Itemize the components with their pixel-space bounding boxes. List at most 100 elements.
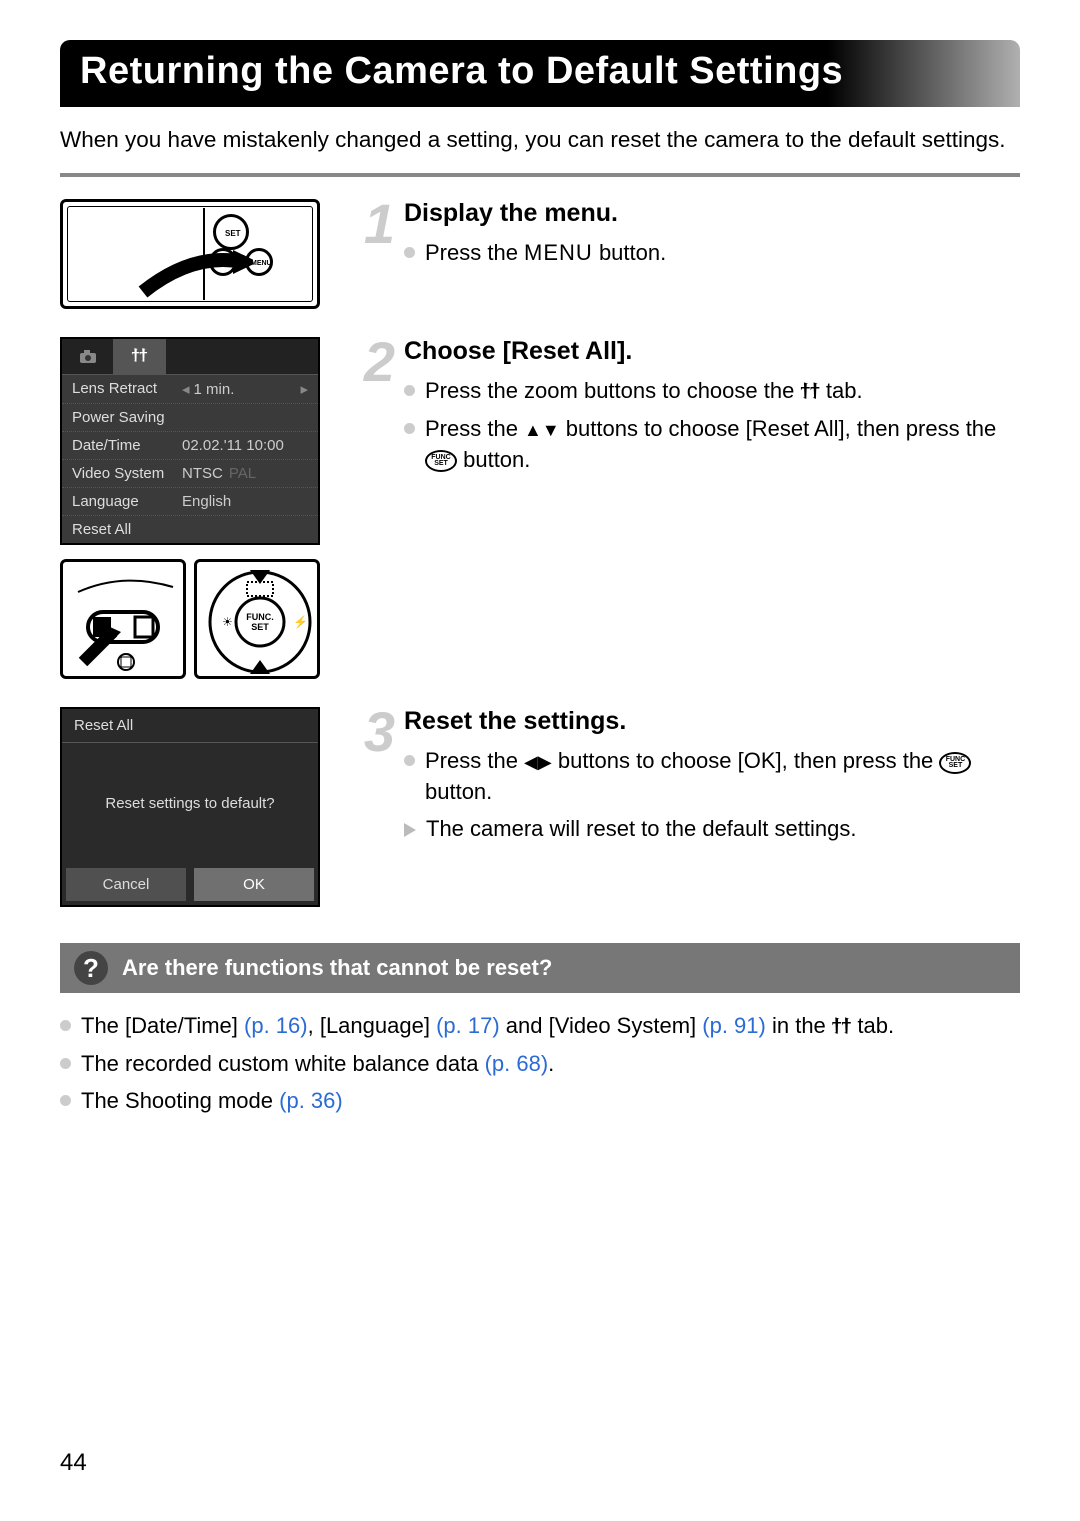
dialog-message: Reset settings to default? xyxy=(62,743,318,864)
step-title: Reset the settings. xyxy=(404,707,1020,736)
menu-row-label: Language xyxy=(72,493,182,510)
text: button. xyxy=(425,779,492,804)
bullet-icon xyxy=(404,423,415,434)
page-ref-link[interactable]: (p. 91) xyxy=(702,1013,766,1038)
text: The recorded custom white balance data xyxy=(81,1051,485,1076)
text: tab. xyxy=(820,378,863,403)
settings-menu-screenshot: ϯϯ Lens Retract◂1 min.▸Power SavingDate/… xyxy=(60,337,320,545)
camera-back-illustration: SET MENU xyxy=(60,199,320,309)
text: buttons to choose [Reset All], then pres… xyxy=(560,416,997,441)
intro-text: When you have mistakenly changed a setti… xyxy=(60,125,1020,155)
tools-tab-icon: ϯϯ xyxy=(800,377,819,408)
menu-row-label: Date/Time xyxy=(72,437,182,454)
menu-row-value xyxy=(182,409,308,426)
text: tab. xyxy=(851,1013,894,1038)
page-ref-link[interactable]: (p. 68) xyxy=(485,1051,549,1076)
step-number: 2 xyxy=(358,345,398,379)
text: Press the zoom buttons to choose the xyxy=(425,378,800,403)
text: buttons to choose [OK], then press the xyxy=(552,748,940,773)
text: Press the xyxy=(425,416,524,441)
note-heading-bar: ? Are there functions that cannot be res… xyxy=(60,943,1020,993)
note-item: The recorded custom white balance data (… xyxy=(60,1049,1020,1080)
text: Press the xyxy=(425,240,524,265)
text: in the xyxy=(766,1013,832,1038)
camera-tab-icon xyxy=(62,339,114,374)
step-title: Choose [Reset All]. xyxy=(404,337,1020,366)
zoom-buttons-illustration xyxy=(60,559,186,679)
bullet-icon xyxy=(404,247,415,258)
page-ref-link[interactable]: (p. 36) xyxy=(279,1088,343,1113)
step-2: ϯϯ Lens Retract◂1 min.▸Power SavingDate/… xyxy=(60,337,1020,679)
bullet-icon xyxy=(60,1020,71,1031)
step-1: SET MENU 1 Display the menu. Pres xyxy=(60,199,1020,309)
step-number: 1 xyxy=(358,207,398,241)
step-instruction: Press the ▲▼ buttons to choose [Reset Al… xyxy=(404,414,1020,476)
bullet-icon xyxy=(60,1058,71,1069)
reset-dialog-screenshot: Reset All Reset settings to default? Can… xyxy=(60,707,320,907)
text: , [Language] xyxy=(308,1013,436,1038)
dialog-header: Reset All xyxy=(62,709,318,743)
pointer-arrow-icon xyxy=(133,242,253,302)
left-right-arrows-icon: ◀▶ xyxy=(524,750,552,775)
svg-text:⚡: ⚡ xyxy=(293,615,308,629)
menu-row: Video SystemNTSCPAL xyxy=(62,460,318,488)
question-mark-icon: ? xyxy=(74,951,108,985)
menu-row: Date/Time02.02.'11 10:00 xyxy=(62,432,318,460)
menu-row-value: NTSCPAL xyxy=(182,465,308,482)
bullet-icon xyxy=(404,385,415,396)
svg-text:FUNC.: FUNC. xyxy=(246,612,274,622)
svg-text:SET: SET xyxy=(251,622,269,632)
step-result: The camera will reset to the default set… xyxy=(404,814,1020,845)
svg-text:☀: ☀ xyxy=(222,615,233,629)
menu-row: Power Saving xyxy=(62,404,318,432)
result-arrow-icon xyxy=(404,823,416,837)
text: The Shooting mode xyxy=(81,1088,279,1113)
func-set-button-icon: FUNCSET xyxy=(939,752,971,774)
steps-container: SET MENU 1 Display the menu. Pres xyxy=(60,199,1020,935)
menu-row-label: Reset All xyxy=(72,521,182,538)
section-title: Returning the Camera to Default Settings xyxy=(80,50,1000,93)
note-item: The Shooting mode (p. 36) xyxy=(60,1086,1020,1117)
page-ref-link[interactable]: (p. 17) xyxy=(436,1013,500,1038)
page-ref-link[interactable]: (p. 16) xyxy=(244,1013,308,1038)
tools-tab-icon: ϯϯ xyxy=(114,339,166,374)
menu-row: Lens Retract◂1 min.▸ xyxy=(62,375,318,404)
step-3: Reset All Reset settings to default? Can… xyxy=(60,707,1020,907)
step-instruction: Press the zoom buttons to choose the ϯϯ … xyxy=(404,376,1020,408)
tools-tab-icon: ϯϯ xyxy=(832,1012,851,1043)
menu-row-value: ◂1 min.▸ xyxy=(182,380,308,398)
text: button. xyxy=(457,447,530,472)
note-list: The [Date/Time] (p. 16), [Language] (p. … xyxy=(60,1011,1020,1116)
note-heading: Are there functions that cannot be reset… xyxy=(122,955,552,981)
ok-button: OK xyxy=(194,868,314,901)
cancel-button: Cancel xyxy=(66,868,186,901)
bullet-icon xyxy=(404,755,415,766)
bullet-icon xyxy=(60,1095,71,1106)
control-wheel-illustration: FUNC. SET ☀ ⚡ xyxy=(194,559,320,679)
text: and [Video System] xyxy=(500,1013,703,1038)
step-number: 3 xyxy=(358,715,398,749)
text: . xyxy=(548,1051,554,1076)
menu-row-value: 02.02.'11 10:00 xyxy=(182,437,308,454)
note-item: The [Date/Time] (p. 16), [Language] (p. … xyxy=(60,1011,1020,1043)
menu-row-label: Power Saving xyxy=(72,409,182,426)
menu-row: Reset All xyxy=(62,516,318,543)
text: button. xyxy=(593,240,666,265)
step-instruction: Press the ◀▶ buttons to choose [OK], the… xyxy=(404,746,1020,808)
section-title-bar: Returning the Camera to Default Settings xyxy=(60,40,1020,107)
text: The [Date/Time] xyxy=(81,1013,244,1038)
menu-row: LanguageEnglish xyxy=(62,488,318,516)
text: The camera will reset to the default set… xyxy=(426,814,856,845)
menu-row-value xyxy=(182,521,308,538)
step-title: Display the menu. xyxy=(404,199,1020,228)
menu-row-value: English xyxy=(182,493,308,510)
func-set-button-icon: FUNCSET xyxy=(425,450,457,472)
divider xyxy=(60,173,1020,177)
menu-row-label: Video System xyxy=(72,465,182,482)
menu-button-label: MENU xyxy=(524,240,593,265)
menu-row-label: Lens Retract xyxy=(72,380,182,398)
step-instruction: Press the MENU button. xyxy=(404,238,1020,269)
up-down-arrows-icon: ▲▼ xyxy=(524,418,560,443)
text: Press the xyxy=(425,748,524,773)
page-number: 44 xyxy=(60,1449,87,1477)
